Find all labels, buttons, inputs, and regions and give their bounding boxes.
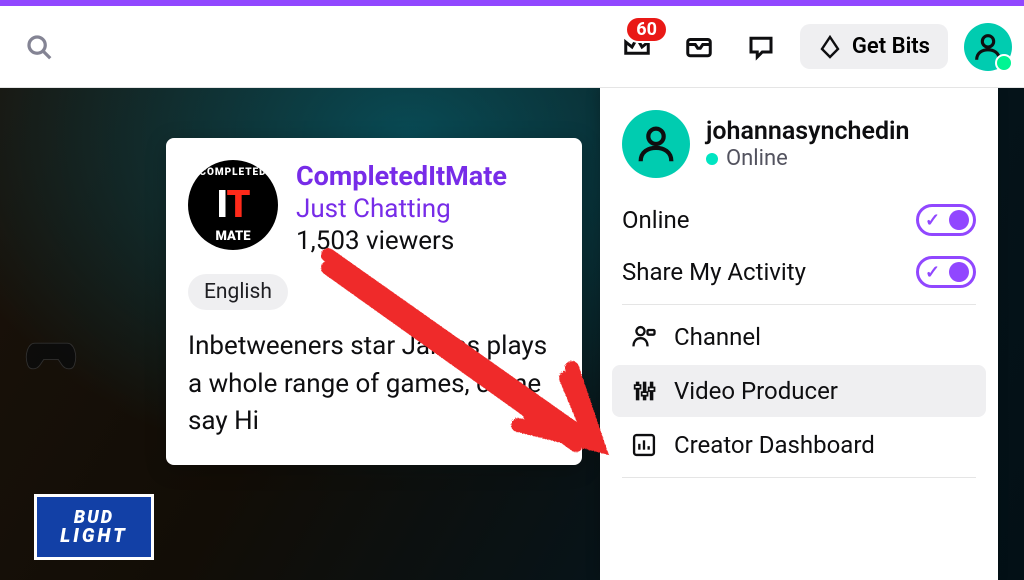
menu-channel-label: Channel [674, 323, 761, 351]
stream-category-link[interactable]: Just Chatting [296, 194, 507, 224]
dashboard-icon [630, 431, 658, 459]
dropdown-profile[interactable]: johannasynchedin Online [608, 106, 990, 194]
bits-icon [818, 35, 842, 59]
sliders-icon [630, 377, 658, 405]
whispers-button[interactable] [738, 24, 784, 70]
stream-tooltip: COMPLETED IT MATE CompletedItMate Just C… [166, 138, 582, 465]
stream-ad-overlay: BUD LIGHT [34, 494, 154, 560]
ad-line-2: LIGHT [60, 527, 127, 545]
toggle-share-activity-label: Share My Activity [622, 258, 806, 286]
toggle-online[interactable]: ✓ [916, 204, 976, 236]
toggle-share-activity-row: Share My Activity ✓ [608, 246, 990, 298]
language-tag[interactable]: English [188, 274, 288, 310]
search-button[interactable] [16, 24, 62, 70]
chat-icon [746, 32, 776, 62]
inbox-icon [684, 32, 714, 62]
status-dot-icon [706, 153, 718, 165]
dropdown-status: Online [706, 146, 909, 171]
user-avatar-button[interactable] [964, 23, 1012, 71]
stream-description: Inbetweeners star James plays a whole ra… [188, 328, 560, 441]
channel-icon [630, 323, 658, 351]
toggle-online-label: Online [622, 206, 689, 234]
streamer-avatar[interactable]: COMPLETED IT MATE [188, 160, 278, 250]
divider [622, 477, 976, 478]
top-bar: 60 Get Bits [0, 6, 1024, 88]
user-dropdown: johannasynchedin Online Online ✓ Share M… [600, 88, 998, 580]
prime-loot-button[interactable]: 60 [614, 24, 660, 70]
content-area: BUD LIGHT COMPLETED IT MATE CompletedItM… [0, 88, 1024, 580]
menu-video-producer[interactable]: Video Producer [612, 365, 986, 417]
viewer-count: 1,503 viewers [296, 226, 507, 256]
menu-creator-dashboard[interactable]: Creator Dashboard [612, 419, 986, 471]
controller-icon [22, 336, 80, 372]
menu-video-producer-label: Video Producer [674, 377, 838, 405]
dropdown-username: johannasynchedin [706, 117, 909, 146]
inbox-button[interactable] [676, 24, 722, 70]
person-icon [971, 30, 1005, 64]
get-bits-button[interactable]: Get Bits [800, 24, 948, 69]
toggle-share-activity[interactable]: ✓ [916, 256, 976, 288]
menu-channel[interactable]: Channel [612, 311, 986, 363]
search-icon [24, 32, 54, 62]
divider [622, 304, 976, 305]
menu-creator-dashboard-label: Creator Dashboard [674, 431, 875, 459]
profile-avatar [622, 110, 690, 178]
streamer-name-link[interactable]: CompletedItMate [296, 160, 507, 192]
get-bits-label: Get Bits [852, 34, 930, 59]
person-icon [633, 121, 679, 167]
notification-badge: 60 [625, 16, 668, 43]
toggle-online-row: Online ✓ [608, 194, 990, 246]
